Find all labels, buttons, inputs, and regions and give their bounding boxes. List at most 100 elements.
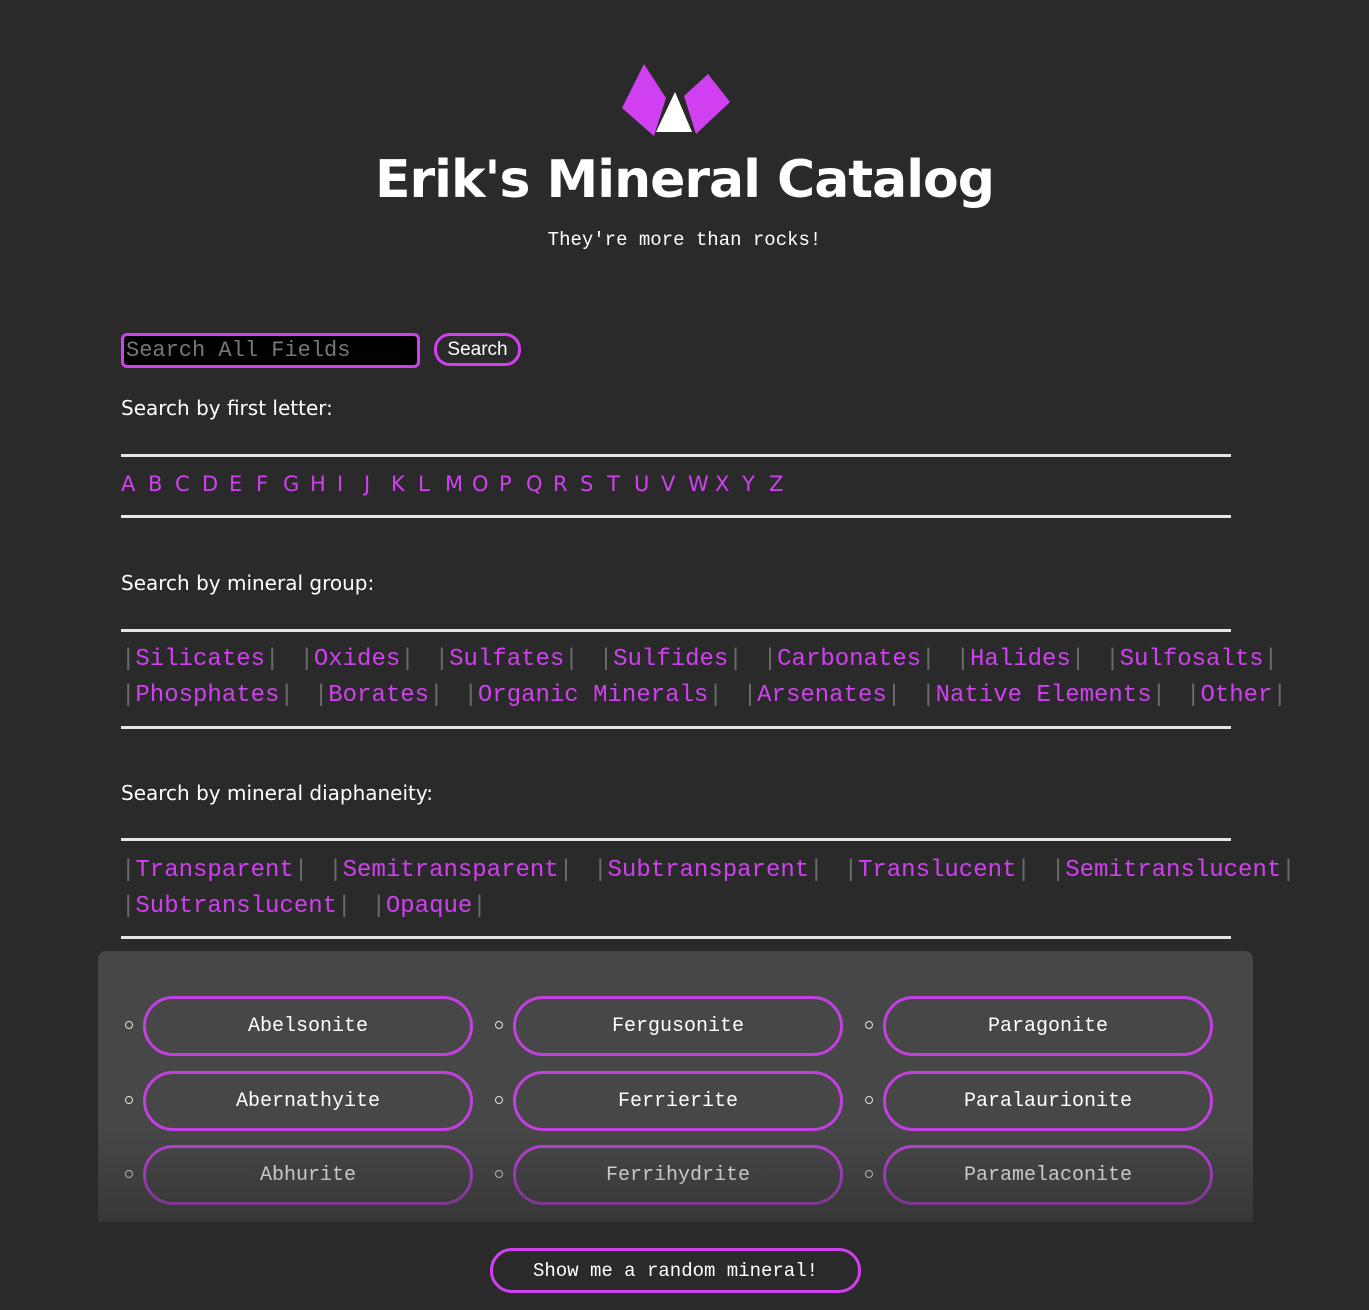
divider bbox=[121, 726, 1231, 729]
mineral-group-link[interactable]: Arsenates bbox=[757, 682, 887, 709]
mineral-button[interactable]: Abhurite bbox=[143, 1145, 473, 1205]
mineral-button[interactable]: Paramelaconite bbox=[883, 1145, 1213, 1205]
letter-link[interactable]: P bbox=[499, 472, 526, 496]
list-item: Ferrierite bbox=[495, 1071, 895, 1131]
letter-link[interactable]: G bbox=[283, 472, 310, 496]
letter-link[interactable]: K bbox=[391, 472, 418, 496]
letter-link[interactable]: Q bbox=[526, 472, 553, 496]
pipe-separator: | bbox=[313, 681, 329, 709]
mineral-button[interactable]: Paralaurionite bbox=[883, 1071, 1213, 1131]
random-mineral-button[interactable]: Show me a random mineral! bbox=[490, 1248, 861, 1293]
mineral-button[interactable]: Ferrihydrite bbox=[513, 1145, 843, 1205]
letter-link[interactable]: Z bbox=[769, 472, 796, 496]
letter-link[interactable]: J bbox=[364, 472, 391, 496]
pipe-separator: | bbox=[742, 681, 758, 709]
diaphaneity-link[interactable]: Opaque bbox=[386, 893, 472, 920]
diaphaneity-item: | Transparent | bbox=[121, 857, 308, 884]
pipe-separator: | bbox=[564, 645, 579, 673]
diaphaneity-links: | Transparent | | Semitransparent | | Subtransp… bbox=[121, 852, 1296, 924]
letter-link[interactable]: V bbox=[661, 472, 688, 496]
page: Erik's Mineral Catalog They're more than… bbox=[0, 0, 1369, 1310]
diaphaneity-link[interactable]: Translucent bbox=[858, 857, 1016, 884]
mineral-group-link[interactable]: Native Elements bbox=[936, 682, 1152, 709]
mineral-group-item: | Sulfides | bbox=[599, 646, 743, 673]
mineral-group-link[interactable]: Phosphates bbox=[135, 682, 279, 709]
letter-link[interactable]: I bbox=[337, 472, 364, 496]
letter-link[interactable]: Y bbox=[742, 472, 769, 496]
letter-link[interactable]: L bbox=[418, 472, 445, 496]
letter-link[interactable]: A bbox=[121, 472, 148, 496]
list-item: Paragonite bbox=[865, 996, 1253, 1056]
letter-link[interactable]: O bbox=[472, 472, 499, 496]
letter-link[interactable]: C bbox=[175, 472, 202, 496]
mineral-group-link[interactable]: Halides bbox=[970, 646, 1071, 673]
mineral-button[interactable]: Ferrierite bbox=[513, 1071, 843, 1131]
letter-link[interactable]: M bbox=[445, 472, 472, 496]
mineral-group-item: | Oxides | bbox=[299, 646, 414, 673]
letter-link[interactable]: X bbox=[715, 472, 742, 496]
mineral-group-link[interactable]: Other bbox=[1200, 682, 1272, 709]
pipe-separator: | bbox=[463, 681, 478, 709]
letter-link[interactable]: U bbox=[634, 472, 661, 496]
mineral-button[interactable]: Paragonite bbox=[883, 996, 1213, 1056]
diaphaneity-link[interactable]: Transparent bbox=[135, 857, 293, 884]
mineral-group-item: | Carbonates | bbox=[763, 646, 936, 673]
diaphaneity-link[interactable]: Subtranslucent bbox=[135, 893, 337, 920]
list-item: Abelsonite bbox=[125, 996, 525, 1056]
search-input[interactable] bbox=[121, 333, 420, 368]
mineral-group-item: | Sulfosalts | bbox=[1105, 646, 1278, 673]
pipe-separator: | bbox=[337, 892, 352, 920]
diaphaneity-link[interactable]: Semitransparent bbox=[343, 857, 559, 884]
letter-link[interactable]: H bbox=[310, 472, 337, 496]
mineral-group-link[interactable]: Sulfosalts bbox=[1120, 646, 1264, 673]
letter-link[interactable]: W bbox=[688, 472, 715, 496]
letter-link[interactable]: E bbox=[229, 472, 256, 496]
diaphaneity-link[interactable]: Semitranslucent bbox=[1065, 857, 1281, 884]
mineral-button[interactable]: Abernathyite bbox=[143, 1071, 473, 1131]
pipe-separator: | bbox=[708, 681, 723, 709]
mineral-group-link[interactable]: Oxides bbox=[314, 646, 400, 673]
pipe-separator: | bbox=[558, 856, 574, 884]
divider bbox=[121, 936, 1231, 939]
letter-link[interactable]: R bbox=[553, 472, 580, 496]
pipe-separator: | bbox=[472, 892, 487, 920]
pipe-separator: | bbox=[1263, 645, 1279, 673]
divider bbox=[121, 454, 1231, 457]
mineral-group-item: | Borates | bbox=[314, 682, 444, 709]
pipe-separator: | bbox=[762, 645, 778, 673]
mineral-group-link[interactable]: Organic Minerals bbox=[478, 682, 708, 709]
pipe-separator: | bbox=[429, 681, 444, 709]
first-letter-label: Search by first letter: bbox=[121, 396, 333, 420]
mineral-list-panel: Abelsonite Abernathyite Abhurite Fergusonit… bbox=[98, 951, 1253, 1241]
letter-link[interactable]: D bbox=[202, 472, 229, 496]
diaphaneity-row: | Transparent | | Semitransparent | | Subtransp… bbox=[121, 852, 1296, 888]
mineral-button[interactable]: Fergusonite bbox=[513, 996, 843, 1056]
letter-link[interactable]: S bbox=[580, 472, 607, 496]
search-button[interactable]: Search bbox=[434, 333, 521, 366]
pipe-separator: | bbox=[1050, 856, 1066, 884]
site-title: Erik's Mineral Catalog bbox=[374, 150, 995, 210]
letter-nav: ABCDEFGHIJKLMOPQRSTUVWXYZ bbox=[121, 472, 796, 496]
pipe-separator: | bbox=[121, 856, 136, 884]
pipe-separator: | bbox=[279, 681, 294, 709]
mineral-group-link[interactable]: Carbonates bbox=[777, 646, 921, 673]
mineral-group-row: | Phosphates | | Borates | | Organic Minerals | |… bbox=[121, 677, 1287, 713]
bullet-icon bbox=[495, 1170, 503, 1178]
pipe-separator: | bbox=[1105, 645, 1120, 673]
mineral-group-link[interactable]: Sulfides bbox=[613, 646, 728, 673]
letter-link[interactable]: T bbox=[607, 472, 634, 496]
letter-link[interactable]: F bbox=[256, 472, 283, 496]
pipe-separator: | bbox=[1151, 681, 1167, 709]
letter-link[interactable]: B bbox=[148, 472, 175, 496]
mineral-group-link[interactable]: Sulfates bbox=[449, 646, 564, 673]
mineral-group-link[interactable]: Borates bbox=[328, 682, 429, 709]
pipe-separator: | bbox=[434, 645, 450, 673]
mineral-group-link[interactable]: Silicates bbox=[135, 646, 265, 673]
diaphaneity-item: | Semitransparent | bbox=[328, 857, 573, 884]
pipe-separator: | bbox=[121, 645, 136, 673]
bullet-icon bbox=[495, 1021, 503, 1029]
mineral-button[interactable]: Abelsonite bbox=[143, 996, 473, 1056]
diaphaneity-item: | Subtranslucent | bbox=[121, 893, 351, 920]
pipe-separator: | bbox=[293, 856, 309, 884]
diaphaneity-link[interactable]: Subtransparent bbox=[608, 857, 810, 884]
